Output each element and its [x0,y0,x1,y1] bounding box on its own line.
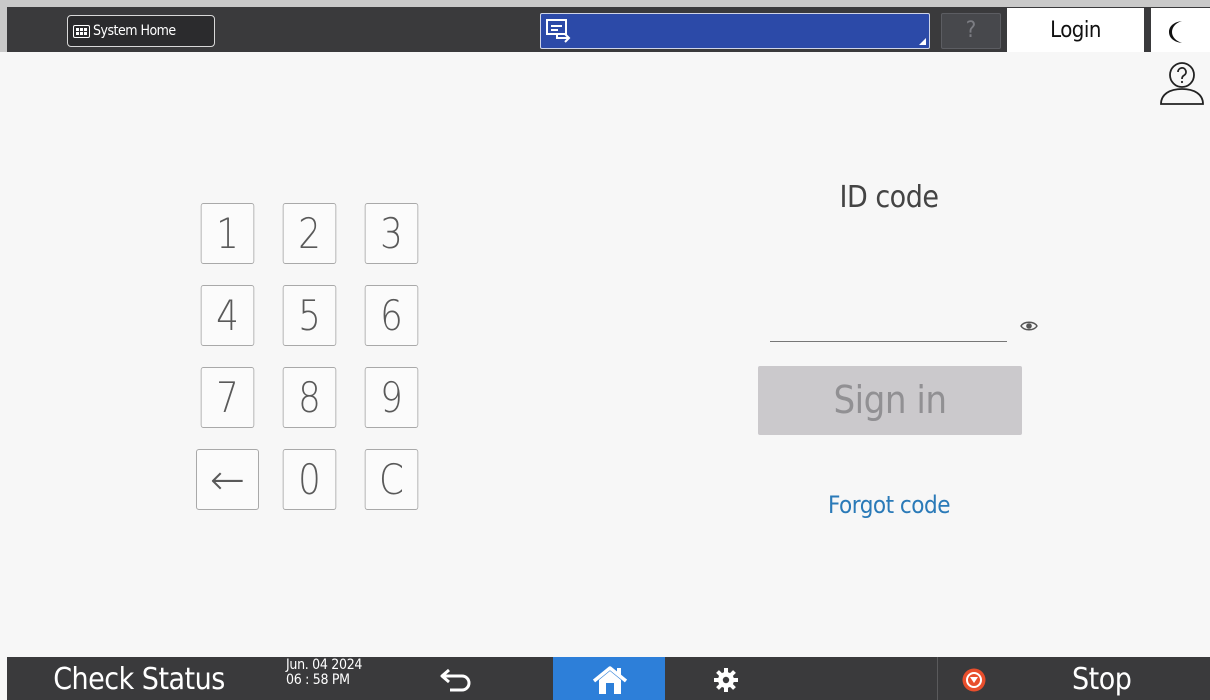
clear-key[interactable]: C [364,449,419,510]
stop-label: Stop [1072,662,1132,697]
moon-icon [1169,21,1182,43]
eye-icon[interactable] [1020,319,1038,333]
stop-icon [962,668,986,692]
grid-icon [73,24,90,38]
screen-switch-icon [546,19,571,43]
system-home-label: System Home [93,23,176,39]
key-5[interactable]: 5 [282,285,337,346]
key-9[interactable]: 9 [364,367,419,428]
key-2[interactable]: 2 [282,203,337,264]
back-arrow-icon [440,668,471,692]
id-code-label: ID code [839,180,939,215]
home-button[interactable] [553,657,665,700]
dropdown-indicator-icon [919,38,926,45]
date-text: Jun. 04 2024 [286,657,363,673]
system-home-button[interactable]: System Home [67,15,215,47]
key-1[interactable]: 1 [200,203,255,264]
login-button[interactable]: Login [1007,8,1144,52]
backspace-key[interactable]: ← [196,449,259,510]
key-0[interactable]: 0 [282,449,337,510]
app-selector[interactable] [540,13,930,49]
key-3[interactable]: 3 [364,203,419,264]
key-6[interactable]: 6 [364,285,419,346]
key-4[interactable]: 4 [200,285,255,346]
gear-icon [714,668,738,692]
id-code-input[interactable] [770,302,1007,342]
home-icon [592,666,628,694]
key-7[interactable]: 7 [200,367,255,428]
forgot-code-link[interactable]: Forgot code [770,491,1008,519]
time-text: 06 : 58 PM [286,672,350,688]
sign-in-button[interactable]: Sign in [758,366,1022,435]
help-button[interactable]: ? [941,13,1001,49]
key-8[interactable]: 8 [282,367,337,428]
sleep-button[interactable] [1151,8,1210,52]
numeric-keypad: 1 2 3 4 5 6 7 8 9 ← 0 C [196,203,423,510]
user-help-icon[interactable] [1158,60,1204,106]
check-status-button[interactable]: Check Status [7,657,271,700]
back-button[interactable] [392,657,552,700]
stop-button[interactable]: Stop [938,657,1210,700]
settings-button[interactable] [676,657,836,700]
date-time: Jun. 04 2024 06 : 58 PM [286,658,362,688]
